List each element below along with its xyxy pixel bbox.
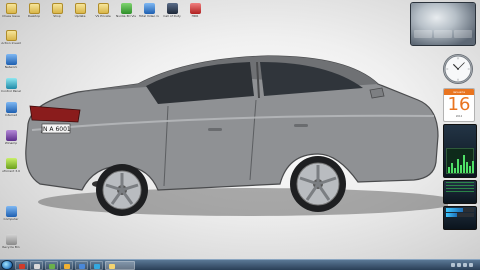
desktop-icon-label: Shop — [53, 15, 61, 18]
disk-usage-bar-2 — [446, 213, 474, 217]
taskbar-button-0[interactable] — [15, 260, 28, 270]
taskbar-active-window[interactable] — [105, 260, 135, 270]
network-meter-gadget[interactable] — [443, 180, 477, 204]
application-icon — [166, 3, 178, 14]
cpu-graph — [446, 148, 474, 174]
calendar-gadget[interactable]: ianuarie 16 2012 — [443, 88, 475, 122]
application-icon — [5, 206, 17, 217]
folder-icon — [97, 3, 109, 14]
application-icon — [143, 3, 155, 14]
weather-sky-image — [411, 3, 475, 45]
tray-network-icon[interactable] — [457, 263, 461, 267]
explorer-icon — [109, 263, 115, 269]
desktop-icon-6[interactable]: Total Video Converter — [139, 3, 159, 19]
cpu-meter-gadget[interactable] — [443, 124, 477, 178]
disk-meter-gadget[interactable] — [443, 206, 477, 230]
application-icon — [5, 78, 17, 89]
application-icon — [5, 102, 17, 113]
desktop-icon-1[interactable]: Desktop — [24, 3, 44, 19]
tray-flag-icon[interactable] — [469, 263, 473, 267]
desktop-icon-label: VS Private — [95, 15, 111, 18]
wallpaper-car-image: JN A 6001 — [25, 55, 448, 216]
desktop-icon-7[interactable]: Recycle Bin — [1, 234, 21, 250]
desktop-icon-label: HDR — [191, 15, 199, 18]
license-plate-text: JN A 6001 — [40, 126, 71, 133]
application-icon — [5, 158, 17, 169]
desktop-icon-label: Chess Issue — [2, 15, 20, 18]
desktop-icon-label: Nvidia 3D Vision — [116, 15, 136, 18]
calendar-year: 2012 — [455, 115, 463, 118]
taskbar-button-3[interactable] — [60, 260, 73, 270]
skype-icon — [94, 263, 100, 269]
desktop-icon-label: Update — [74, 15, 86, 18]
folder-icon — [74, 3, 86, 14]
desktop-icon-label: Total Video Converter — [139, 15, 159, 18]
taskbar-button-5[interactable] — [90, 260, 103, 270]
desktop-icon-3[interactable]: Update — [70, 3, 90, 19]
application-icon — [5, 234, 17, 245]
antivirus-icon — [34, 263, 40, 269]
desktop-icon-0[interactable]: Chess Issue — [1, 3, 21, 19]
desktop-icon-2[interactable]: Shop — [47, 3, 67, 19]
application-icon — [5, 54, 17, 65]
desktop-icon-label: Desktop — [27, 15, 41, 18]
application-icon — [189, 3, 201, 14]
folder-icon — [28, 3, 40, 14]
folder-icon — [51, 3, 63, 14]
desktop-icon-8[interactable]: HDR — [185, 3, 205, 19]
taskbar-button-2[interactable] — [45, 260, 58, 270]
disk-usage-bar — [446, 208, 474, 212]
taskbar-button-4[interactable] — [75, 260, 88, 270]
start-button[interactable] — [1, 260, 13, 270]
weather-forecast-days — [414, 30, 472, 38]
folder-icon — [5, 3, 17, 14]
calendar-day: 16 — [447, 94, 471, 115]
desktop-icon-4[interactable]: VS Private — [93, 3, 113, 19]
taskbar — [0, 259, 480, 270]
clock-gadget[interactable] — [443, 54, 473, 84]
utorrent-icon — [49, 263, 55, 269]
taskbar-button-1[interactable] — [30, 260, 43, 270]
browser-icon — [79, 263, 85, 269]
desktop-icon-label: Recycle Bin — [2, 246, 20, 249]
weather-gadget[interactable] — [410, 2, 476, 46]
system-tray — [451, 260, 480, 270]
outlook-icon — [19, 263, 25, 269]
folder-icon — [5, 30, 17, 41]
desktop-icon-7[interactable]: Call of Duty — [162, 3, 182, 19]
tray-volume-icon[interactable] — [463, 263, 467, 267]
tray-arrow-icon[interactable] — [451, 263, 455, 267]
network-graph — [446, 182, 474, 192]
taskbar-pinned-buttons — [13, 260, 103, 270]
desktop-icon-label: Call of Duty — [163, 15, 181, 18]
application-icon — [5, 130, 17, 141]
media-player-icon — [64, 263, 70, 269]
desktop-icon-5[interactable]: Nvidia 3D Vision — [116, 3, 136, 19]
application-icon — [120, 3, 132, 14]
